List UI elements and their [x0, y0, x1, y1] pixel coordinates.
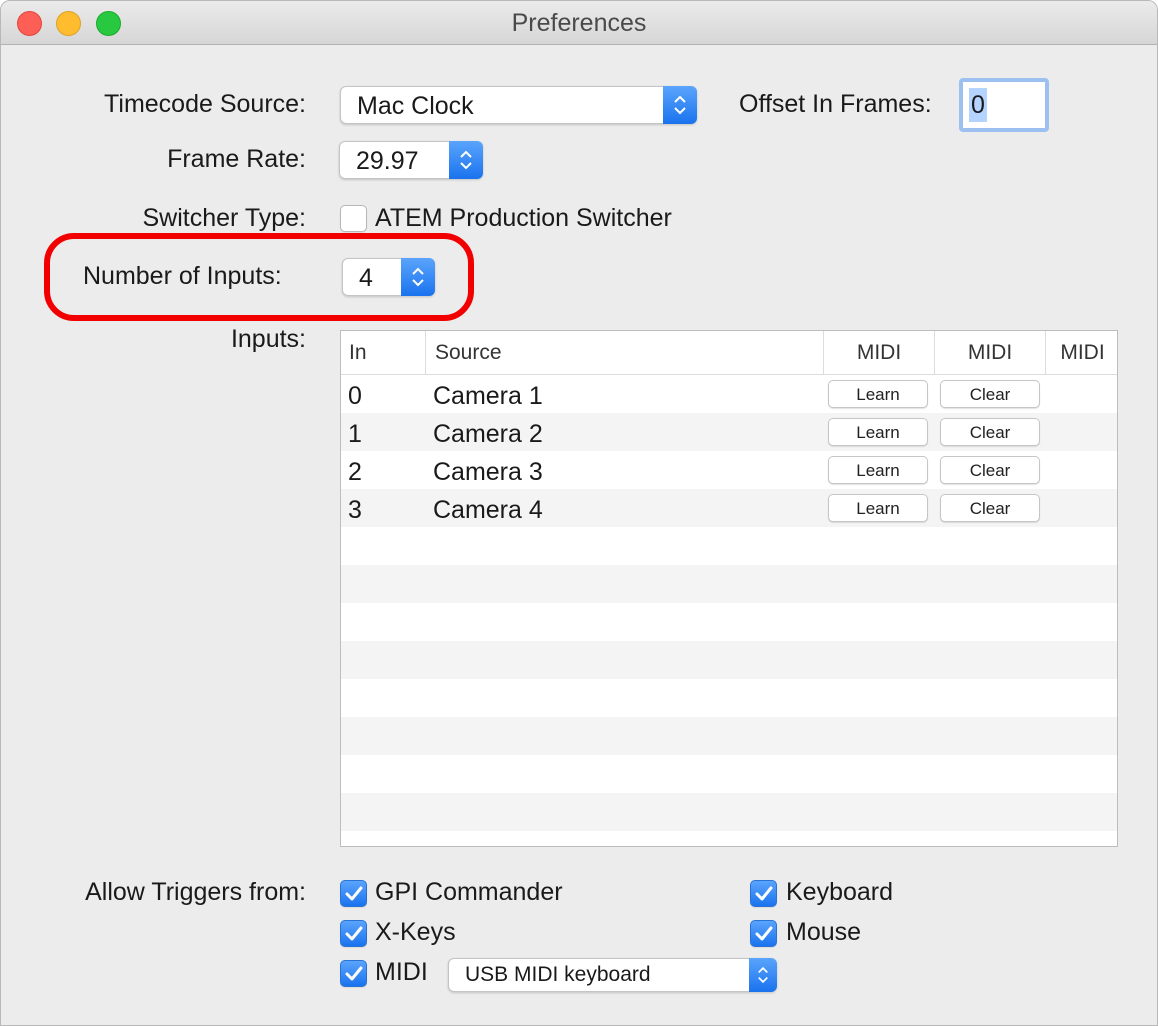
switcher-type-label: Switcher Type:	[142, 204, 306, 232]
offset-frames-label: Offset In Frames:	[739, 90, 932, 118]
learn-button[interactable]: Learn	[828, 418, 928, 446]
empty-row	[341, 831, 1117, 846]
table-row[interactable]: 3 Camera 4 Learn Clear	[341, 489, 1117, 527]
allow-triggers-label: Allow Triggers from:	[85, 878, 306, 906]
column-header-midi-learn[interactable]: MIDI	[823, 331, 934, 375]
checkmark-icon	[345, 966, 363, 981]
popup-chevrons-icon	[749, 958, 777, 992]
cell-source: Camera 1	[433, 382, 543, 410]
frame-rate-label: Frame Rate:	[167, 145, 306, 173]
cell-in: 3	[348, 496, 362, 524]
empty-row	[341, 679, 1117, 717]
column-header-midi-clear[interactable]: MIDI	[934, 331, 1045, 375]
empty-row	[341, 717, 1117, 755]
timecode-source-value: Mac Clock	[357, 92, 474, 120]
inputs-label: Inputs:	[230, 325, 306, 353]
cell-source: Camera 4	[433, 496, 543, 524]
annotation-highlight-ring	[44, 233, 474, 321]
clear-button[interactable]: Clear	[940, 494, 1040, 522]
cell-in: 0	[348, 382, 362, 410]
midi-device-popup[interactable]: USB MIDI keyboard	[448, 958, 777, 992]
x-keys-checkbox[interactable]	[340, 920, 367, 947]
table-row[interactable]: 1 Camera 2 Learn Clear	[341, 413, 1117, 451]
popup-chevrons-icon	[663, 86, 697, 124]
midi-label: MIDI	[375, 958, 428, 986]
midi-device-value: USB MIDI keyboard	[465, 963, 651, 986]
preferences-window: Preferences Timecode Source: Mac Clock O…	[0, 0, 1158, 1026]
popup-chevrons-icon	[449, 141, 483, 179]
atem-switcher-checkbox[interactable]	[340, 205, 367, 232]
clear-button[interactable]: Clear	[940, 456, 1040, 484]
empty-row	[341, 755, 1117, 793]
column-header-source[interactable]: Source	[425, 331, 823, 375]
window-title: Preferences	[511, 9, 647, 37]
cell-source: Camera 2	[433, 420, 543, 448]
title-bar: Preferences	[1, 1, 1157, 45]
offset-frames-value: 0	[969, 88, 987, 122]
empty-row	[341, 641, 1117, 679]
clear-button[interactable]: Clear	[940, 418, 1040, 446]
clear-button[interactable]: Clear	[940, 380, 1040, 408]
checkmark-icon	[755, 886, 773, 901]
gpi-commander-label: GPI Commander	[375, 878, 563, 906]
frame-rate-popup[interactable]: 29.97	[339, 141, 483, 179]
keyboard-checkbox[interactable]	[750, 880, 777, 907]
empty-row	[341, 793, 1117, 831]
timecode-source-label: Timecode Source:	[104, 90, 306, 118]
learn-button[interactable]: Learn	[828, 494, 928, 522]
checkmark-icon	[345, 886, 363, 901]
table-row[interactable]: 2 Camera 3 Learn Clear	[341, 451, 1117, 489]
atem-switcher-label: ATEM Production Switcher	[375, 204, 672, 232]
inputs-table[interactable]: In Source MIDI MIDI MIDI 0 Camera 1 Lear…	[340, 330, 1118, 847]
mouse-label: Mouse	[786, 918, 862, 946]
column-header-in[interactable]: In	[349, 331, 425, 375]
midi-checkbox[interactable]	[340, 960, 367, 987]
empty-row	[341, 527, 1117, 565]
learn-button[interactable]: Learn	[828, 380, 928, 408]
x-keys-label: X-Keys	[375, 918, 456, 946]
frame-rate-value: 29.97	[356, 147, 419, 175]
timecode-source-popup[interactable]: Mac Clock	[340, 86, 697, 124]
cell-in: 2	[348, 458, 362, 486]
empty-row	[341, 603, 1117, 641]
inputs-table-header: In Source MIDI MIDI MIDI	[341, 331, 1117, 375]
gpi-commander-checkbox[interactable]	[340, 880, 367, 907]
empty-row	[341, 565, 1117, 603]
column-header-midi[interactable]: MIDI	[1045, 331, 1117, 375]
mouse-checkbox[interactable]	[750, 920, 777, 947]
learn-button[interactable]: Learn	[828, 456, 928, 484]
cell-in: 1	[348, 420, 362, 448]
keyboard-label: Keyboard	[786, 878, 894, 906]
offset-frames-input[interactable]: 0	[959, 78, 1049, 132]
table-row[interactable]: 0 Camera 1 Learn Clear	[341, 375, 1117, 413]
checkmark-icon	[755, 926, 773, 941]
checkmark-icon	[345, 926, 363, 941]
cell-source: Camera 3	[433, 458, 543, 486]
